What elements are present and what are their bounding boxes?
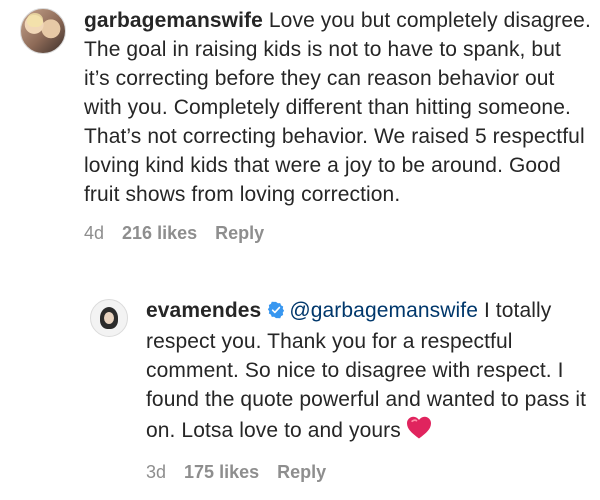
profile-photo-icon[interactable] xyxy=(20,8,66,54)
reply-button[interactable]: Reply xyxy=(277,462,326,483)
red-heart-icon xyxy=(405,414,433,448)
comment-time[interactable]: 3d xyxy=(146,462,166,483)
reply-button[interactable]: Reply xyxy=(215,223,264,244)
verified-badge-icon xyxy=(267,298,285,327)
comment-text: evamendes @garbagemanswife I totally resp… xyxy=(146,296,592,448)
comment-message: Love you but completely disagree. The go… xyxy=(84,9,591,206)
reply-comment: evamendes @garbagemanswife I totally resp… xyxy=(90,296,592,483)
mention-link[interactable]: @garbagemanswife xyxy=(289,299,478,322)
comment-meta: 3d 175 likes Reply xyxy=(146,462,592,483)
comment-body: garbagemanswife Love you but completely d… xyxy=(84,6,592,244)
comment-body: evamendes @garbagemanswife I totally resp… xyxy=(146,296,592,483)
comment-time[interactable]: 4d xyxy=(84,223,104,244)
comment-username[interactable]: evamendes xyxy=(146,299,261,322)
comment-username[interactable]: garbagemanswife xyxy=(84,9,263,32)
profile-photo-icon[interactable] xyxy=(90,299,128,337)
comment: garbagemanswife Love you but completely d… xyxy=(20,6,592,244)
comment-text: garbagemanswife Love you but completely d… xyxy=(84,6,592,209)
comment-meta: 4d 216 likes Reply xyxy=(84,223,592,244)
comment-likes[interactable]: 175 likes xyxy=(184,462,259,483)
comment-likes[interactable]: 216 likes xyxy=(122,223,197,244)
